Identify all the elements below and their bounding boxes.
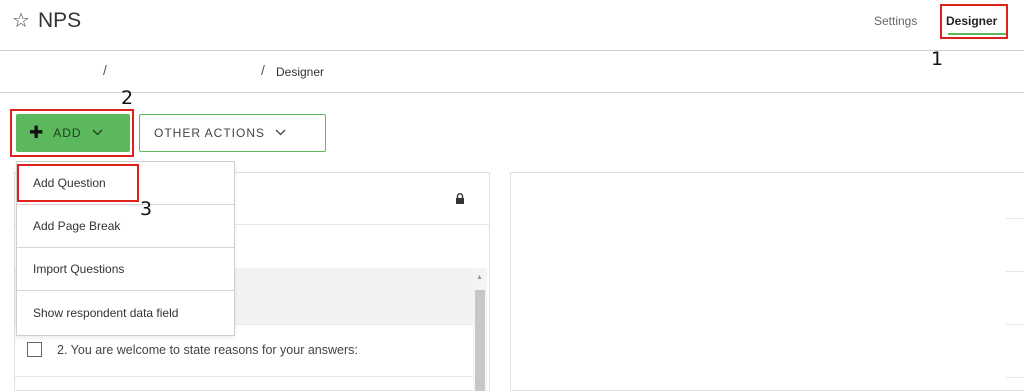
other-actions-label: OTHER ACTIONS xyxy=(154,126,266,140)
editor-divider xyxy=(1006,218,1024,219)
annotation-label-1: 1 xyxy=(931,48,944,70)
annotation-label-3: 3 xyxy=(140,198,153,220)
breadcrumb-separator: / xyxy=(103,62,107,78)
page-header: ☆ NPS Settings Designer xyxy=(0,0,1024,50)
menu-item-show-respondent-data-field[interactable]: Show respondent data field xyxy=(17,291,234,334)
scrollbar-thumb[interactable] xyxy=(475,290,485,391)
header-divider xyxy=(0,50,1024,51)
breadcrumb-separator: / xyxy=(261,62,265,78)
editor-divider xyxy=(1006,271,1024,272)
question-editor-panel xyxy=(510,172,1024,391)
other-actions-button[interactable]: OTHER ACTIONS xyxy=(139,114,326,152)
annotation-box-3 xyxy=(17,164,139,202)
annotation-box-2 xyxy=(10,109,134,157)
breadcrumb-current: Designer xyxy=(276,65,325,79)
chevron-down-icon xyxy=(275,127,286,139)
lock-icon xyxy=(455,191,469,205)
annotation-label-2: 2 xyxy=(121,87,134,109)
star-icon[interactable]: ☆ xyxy=(12,8,30,34)
question-checkbox[interactable] xyxy=(27,342,42,357)
editor-divider xyxy=(1006,324,1024,325)
title-wrap: ☆ NPS xyxy=(12,8,81,34)
tab-settings[interactable]: Settings xyxy=(874,13,917,29)
scroll-up-icon[interactable]: ▲ xyxy=(476,274,483,281)
page-title: NPS xyxy=(37,9,82,32)
annotation-box-1 xyxy=(940,4,1008,39)
editor-divider xyxy=(1006,377,1024,378)
row-divider xyxy=(15,376,473,377)
question-text[interactable]: 2. You are welcome to state reasons for … xyxy=(57,343,358,357)
menu-item-import-questions[interactable]: Import Questions xyxy=(17,248,234,291)
menu-item-add-page-break[interactable]: Add Page Break xyxy=(17,205,234,248)
breadcrumb-divider xyxy=(0,92,1024,93)
